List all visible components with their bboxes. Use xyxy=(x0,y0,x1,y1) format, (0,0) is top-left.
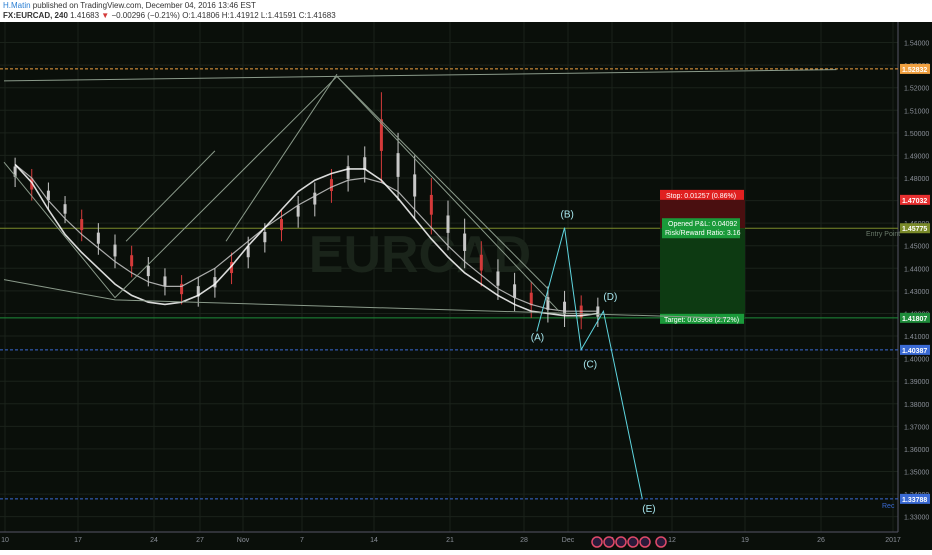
y-tick-label: 1.36000 xyxy=(904,447,929,454)
x-tick-label: 7 xyxy=(300,537,304,544)
candle-body xyxy=(396,153,400,177)
candle-body xyxy=(513,284,517,298)
candle-body xyxy=(113,244,117,257)
y-tick-label: 1.45000 xyxy=(904,244,929,251)
candle-body xyxy=(446,215,450,233)
price-level-label: 1.52832 xyxy=(902,67,927,74)
risk-reward-label: Risk/Reward Ratio: 3.16 xyxy=(665,230,741,237)
x-tick-label: 28 xyxy=(520,537,528,544)
publish-info: H.Matin published on TradingView.com, De… xyxy=(3,1,256,10)
x-tick-label: 19 xyxy=(741,537,749,544)
candle-body xyxy=(63,204,67,214)
candle-body xyxy=(163,276,167,286)
candle-body xyxy=(280,219,283,231)
candle-body xyxy=(463,233,467,251)
target-label: Target: 0.03968 (2.72%) xyxy=(664,317,739,324)
trendline xyxy=(3,69,837,82)
event-marker-icon[interactable] xyxy=(615,536,627,548)
y-tick-label: 1.41000 xyxy=(904,334,929,341)
y-tick-label: 1.33000 xyxy=(904,515,929,522)
target-zone xyxy=(660,228,745,318)
symbol-label: FX:EURCAD, 240 xyxy=(3,11,68,20)
x-tick-label: Nov xyxy=(237,537,250,544)
y-tick-label: 1.48000 xyxy=(904,176,929,183)
candle-body xyxy=(413,174,417,197)
y-tick-label: 1.39000 xyxy=(904,379,929,386)
event-marker-icon[interactable] xyxy=(591,536,603,548)
x-tick-label: Dec xyxy=(562,537,575,544)
event-marker-icon[interactable] xyxy=(639,536,651,548)
y-tick-label: 1.52000 xyxy=(904,86,929,93)
y-tick-label: 1.43000 xyxy=(904,289,929,296)
candle-body xyxy=(80,219,84,231)
x-tick-label: 10 xyxy=(1,537,9,544)
candle-body xyxy=(329,179,333,191)
y-tick-label: 1.38000 xyxy=(904,402,929,409)
candle-body xyxy=(479,254,483,271)
x-tick-label: 24 xyxy=(150,537,158,544)
ohlc-values: O:1.41806 H:1.41912 L:1.41591 C:1.41683 xyxy=(182,11,336,20)
price-level-label: 1.45775 xyxy=(902,226,927,233)
candle-body xyxy=(563,301,567,315)
y-tick-label: 1.44000 xyxy=(904,266,929,273)
last-price: 1.41683 xyxy=(70,11,100,20)
y-tick-label: 1.49000 xyxy=(904,153,929,160)
x-tick-label: 12 xyxy=(668,537,676,544)
candle-body xyxy=(346,166,350,179)
candle-body xyxy=(363,157,367,170)
price-change: −0.00296 (−0.21%) xyxy=(111,11,180,20)
x-tick-label: 21 xyxy=(446,537,454,544)
candle-body xyxy=(263,231,267,243)
y-tick-label: 1.50000 xyxy=(904,131,929,138)
event-marker-icon[interactable] xyxy=(603,536,615,548)
x-tick-label: 14 xyxy=(370,537,378,544)
down-arrow-icon: ▼ xyxy=(101,11,110,20)
candle-body xyxy=(429,194,433,215)
wave-label: (E) xyxy=(642,504,655,515)
x-tick-label: 26 xyxy=(817,537,825,544)
trendline xyxy=(125,150,216,242)
entry-point-label: Entry Point xyxy=(866,231,900,238)
chart-header: H.Matin published on TradingView.com, De… xyxy=(0,0,932,22)
rec-label: Rec xyxy=(882,503,895,510)
publish-text: published on TradingView.com, December 0… xyxy=(32,1,256,10)
x-tick-label: 27 xyxy=(196,537,204,544)
price-level-label: 1.47032 xyxy=(902,198,927,205)
candle-body xyxy=(146,265,150,277)
candle-body xyxy=(296,205,300,217)
stop-label: Stop: 0.01257 (0.86%) xyxy=(666,193,736,200)
y-tick-label: 1.54000 xyxy=(904,41,929,48)
price-chart[interactable]: EURCAD1.540001.530001.520001.510001.5000… xyxy=(0,22,932,550)
candle-body xyxy=(496,271,500,286)
price-level-label: 1.41807 xyxy=(902,316,927,323)
wave-label: (A) xyxy=(531,333,544,344)
price-level-label: 1.40387 xyxy=(902,348,927,355)
y-tick-label: 1.35000 xyxy=(904,469,929,476)
chart-canvas[interactable]: EURCAD1.540001.530001.520001.510001.5000… xyxy=(0,22,932,550)
price-level-label: 1.33788 xyxy=(902,497,927,504)
candle-body xyxy=(130,255,134,267)
wave-label: (B) xyxy=(561,210,574,221)
y-tick-label: 1.40000 xyxy=(904,357,929,364)
x-tick-label: 17 xyxy=(74,537,82,544)
candle-body xyxy=(96,232,100,244)
wave-label: (C) xyxy=(583,360,597,371)
wave-label: (D) xyxy=(603,292,617,303)
event-marker-icon[interactable] xyxy=(655,536,667,548)
event-marker-icon[interactable] xyxy=(627,536,639,548)
candle-body xyxy=(313,192,317,205)
symbol-info: FX:EURCAD, 240 1.41683 ▼ −0.00296 (−0.21… xyxy=(3,11,336,20)
y-tick-label: 1.37000 xyxy=(904,424,929,431)
author-link[interactable]: H.Matin xyxy=(3,1,31,10)
y-tick-label: 1.51000 xyxy=(904,108,929,115)
x-tick-label: 2017 xyxy=(885,537,901,544)
pnl-label: Opened P&L: 0.04092 xyxy=(668,221,737,228)
